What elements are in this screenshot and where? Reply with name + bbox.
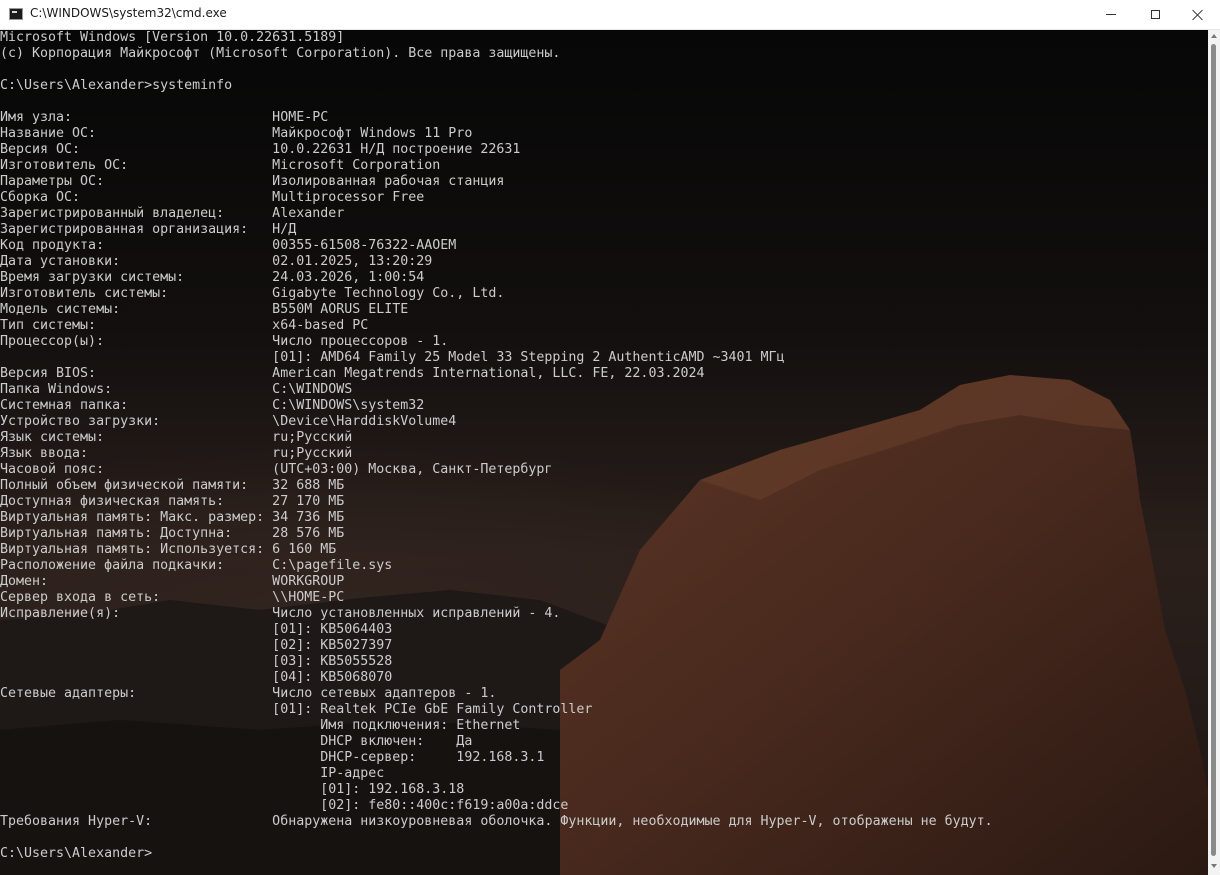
console-line: Процессор(ы): Число процессоров - 1. (0, 334, 449, 349)
scroll-thumb[interactable] (1211, 44, 1216, 856)
console-line: Домен: WORKGROUP (0, 574, 345, 589)
window-title: C:\WINDOWS\system32\cmd.exe (30, 6, 227, 20)
console-line: Время загрузки системы: 24.03.2026, 1:00… (0, 270, 425, 285)
console-line: Изготовитель системы: Gigabyte Technolog… (0, 286, 505, 301)
console-line: Зарегистрированная организация: Н/Д (0, 222, 297, 237)
console-line: (c) Корпорация Майкрософт (Microsoft Cor… (0, 46, 561, 61)
console-line: [02]: fe80::400c:f619:a00a:ddce (0, 798, 569, 813)
minimize-button[interactable] (1088, 0, 1134, 29)
console-line: DHCP включен: Да (0, 734, 473, 749)
cmd-app-icon[interactable] (9, 8, 23, 20)
vertical-scrollbar[interactable] (1208, 30, 1220, 875)
console-line: Дата установки: 02.01.2025, 13:20:29 (0, 254, 433, 269)
title-bar[interactable]: C:\WINDOWS\system32\cmd.exe (0, 0, 1220, 30)
maximize-button[interactable] (1132, 0, 1178, 29)
console-line: [02]: KB5027397 (0, 638, 393, 653)
scroll-down-icon[interactable] (1211, 864, 1217, 868)
console-line: Название ОС: Майкрософт Windows 11 Pro (0, 126, 473, 141)
console-line: C:\Users\Alexander> (0, 846, 153, 861)
console-line: Расположение файла подкачки: C:\pagefile… (0, 558, 393, 573)
console-line: [01]: AMD64 Family 25 Model 33 Stepping … (0, 350, 785, 365)
console-area[interactable]: Microsoft Windows [Version 10.0.22631.51… (0, 30, 1208, 875)
console-line: Виртуальная память: Доступна: 28 576 МБ (0, 526, 345, 541)
console-line: Виртуальная память: Используется: 6 160 … (0, 542, 337, 557)
console-line: Сервер входа в сеть: \\HOME-PC (0, 590, 345, 605)
console-line: [04]: KB5068070 (0, 670, 393, 685)
console-line: Исправление(я): Число установленных испр… (0, 606, 561, 621)
console-line: Версия ОС: 10.0.22631 Н/Д построение 226… (0, 142, 521, 157)
console-line: [01]: Realtek PCIe GbE Family Controller (0, 702, 593, 717)
console-line: C:\Users\Alexander>systeminfo (0, 78, 233, 93)
console-line: Версия BIOS: American Megatrends Interna… (0, 366, 705, 381)
minimize-icon (1106, 14, 1116, 15)
scroll-up-icon[interactable] (1211, 34, 1217, 38)
console-line: Полный объем физической памяти: 32 688 М… (0, 478, 345, 493)
console-line: Имя подключения: Ethernet (0, 718, 521, 733)
console-line: Требования Hyper-V: Обнаружена низкоуров… (0, 814, 993, 829)
console-line: DHCP-сервер: 192.168.3.1 (0, 750, 545, 765)
console-line: Модель системы: B550M AORUS ELITE (0, 302, 409, 317)
console-line: IP-адрес (0, 766, 385, 781)
console-line: [01]: KB5064403 (0, 622, 393, 637)
console-line: [01]: 192.168.3.18 (0, 782, 465, 797)
console-line: Часовой пояс: (UTC+03:00) Москва, Санкт-… (0, 462, 553, 477)
console-line: Доступная физическая память: 27 170 МБ (0, 494, 345, 509)
console-line: Изготовитель ОС: Microsoft Corporation (0, 158, 441, 173)
console-line: Зарегистрированный владелец: Alexander (0, 206, 345, 221)
console-line: Сборка ОС: Multiprocessor Free (0, 190, 425, 205)
console-output[interactable]: Microsoft Windows [Version 10.0.22631.51… (0, 30, 1208, 862)
console-line: Папка Windows: C:\WINDOWS (0, 382, 353, 397)
console-line: Язык системы: ru;Русский (0, 430, 353, 445)
console-line: Тип системы: x64-based PC (0, 318, 369, 333)
console-line: Системная папка: C:\WINDOWS\system32 (0, 398, 425, 413)
console-line: Параметры ОС: Изолированная рабочая стан… (0, 174, 505, 189)
console-line: Устройство загрузки: \Device\HarddiskVol… (0, 414, 457, 429)
console-line: Имя узла: HOME-PC (0, 110, 329, 125)
maximize-icon (1150, 10, 1160, 19)
console-line: Виртуальная память: Макс. размер: 34 736… (0, 510, 345, 525)
console-line: Язык ввода: ru;Русский (0, 446, 353, 461)
console-line: Сетевые адаптеры: Число сетевых адаптеро… (0, 686, 497, 701)
close-icon (1192, 9, 1204, 21)
cmd-window: C:\WINDOWS\system32\cmd.exe Microsoft Wi… (0, 0, 1220, 875)
close-button[interactable] (1175, 0, 1220, 29)
console-line: Код продукта: 00355-61508-76322-AAOEM (0, 238, 457, 253)
console-line: Microsoft Windows [Version 10.0.22631.51… (0, 30, 345, 45)
console-line: [03]: KB5055528 (0, 654, 393, 669)
